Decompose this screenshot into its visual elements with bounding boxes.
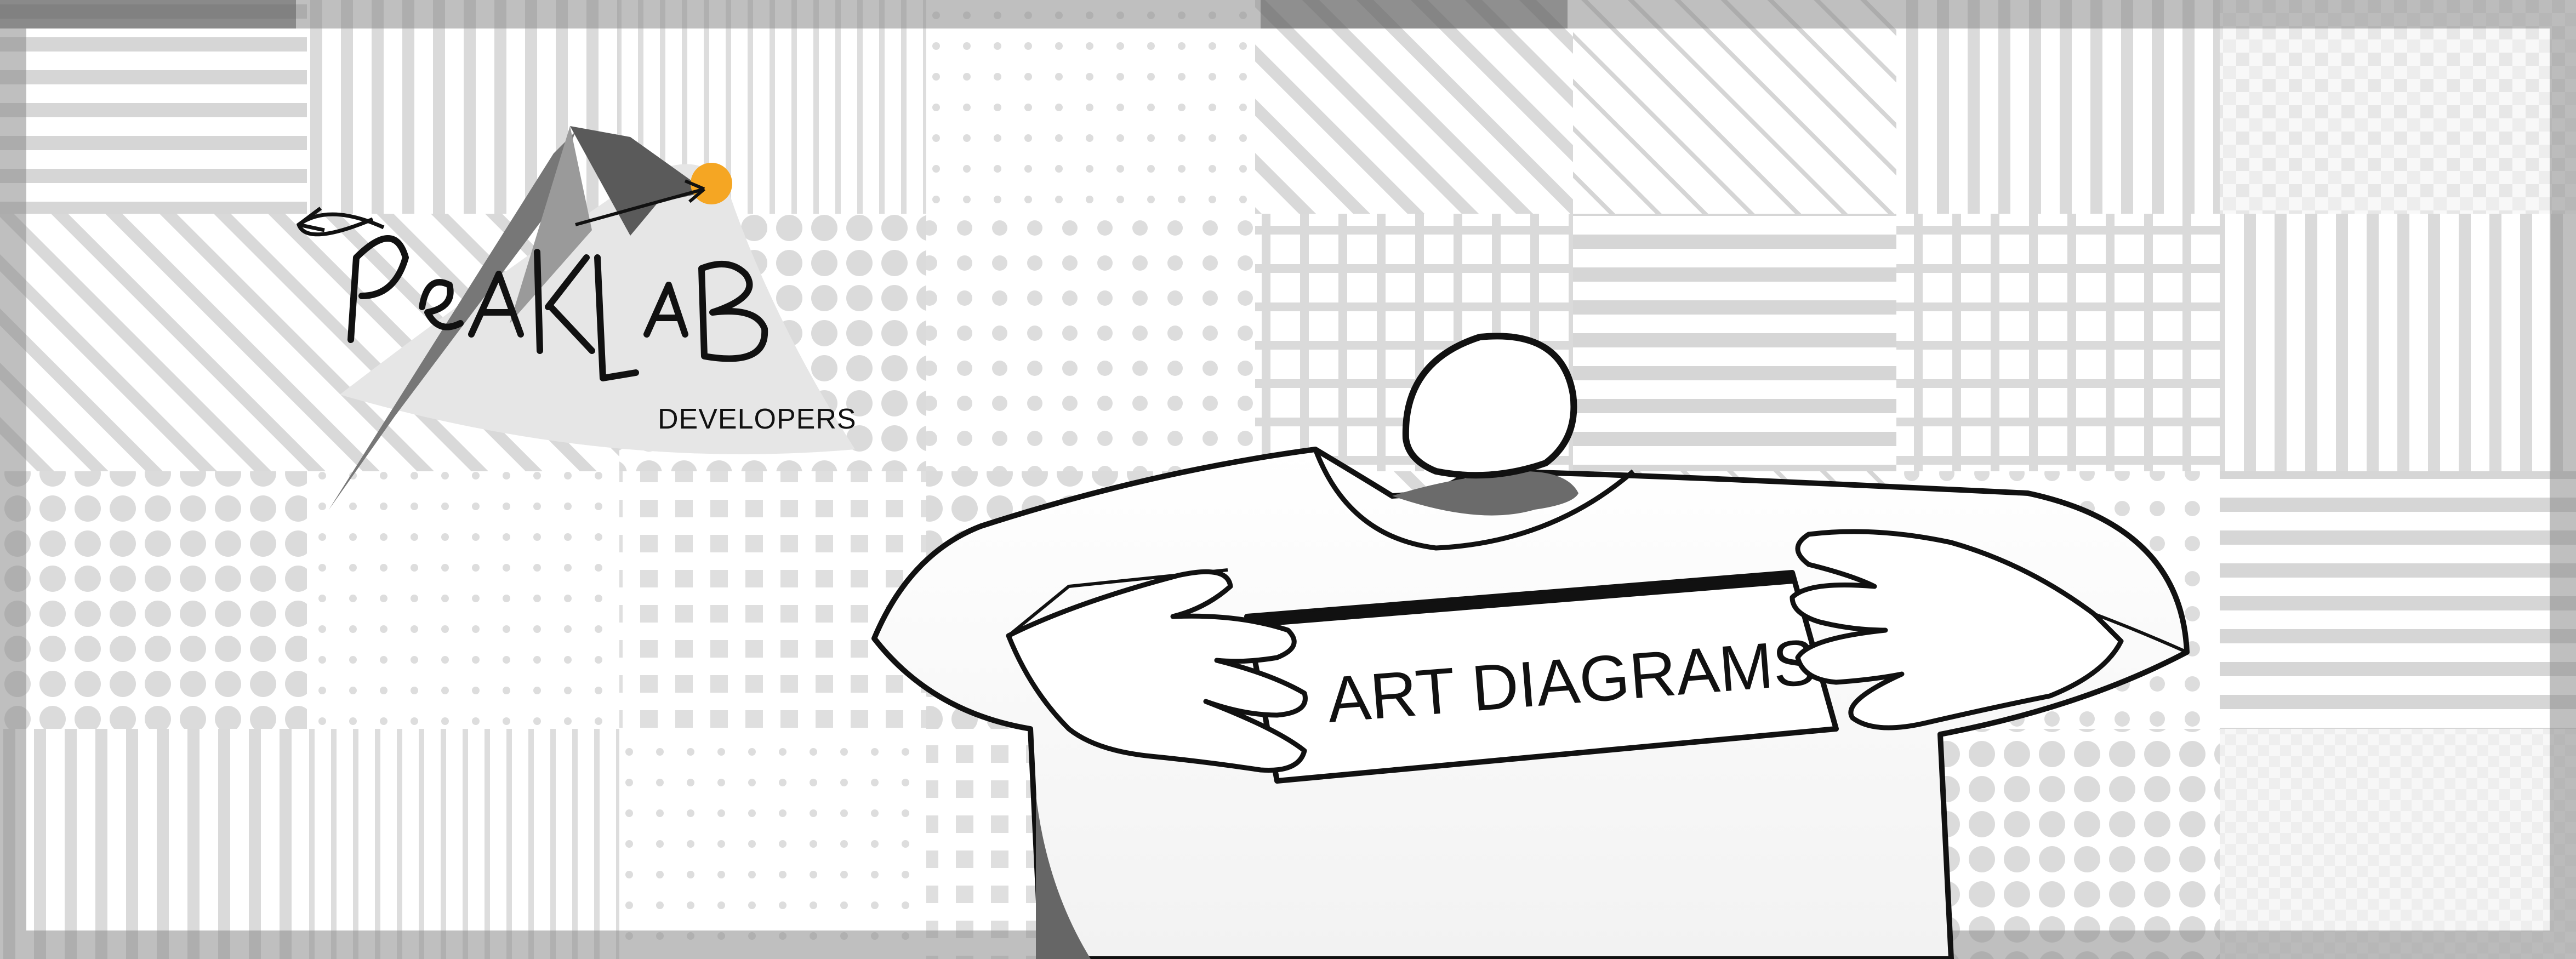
logo-tagline: DEVELOPERS: [658, 403, 857, 435]
logo-sun-icon: [691, 163, 732, 204]
art-diagrams-banner: DEVELOPERS ART DIAGRAMS: [0, 0, 2576, 959]
